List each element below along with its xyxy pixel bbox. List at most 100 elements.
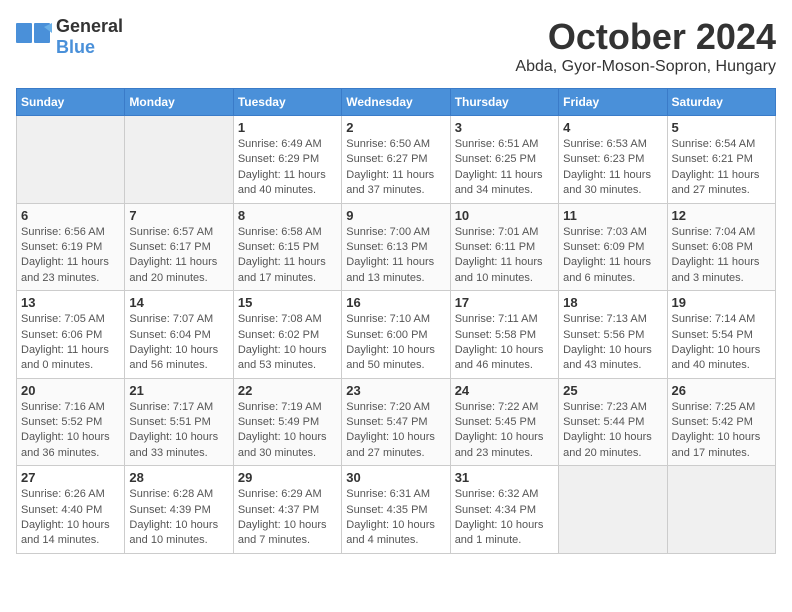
day-number: 12 [672, 208, 771, 223]
day-number: 9 [346, 208, 445, 223]
day-info: Sunrise: 7:05 AMSunset: 6:06 PMDaylight:… [21, 312, 120, 374]
header-day-tuesday: Tuesday [233, 89, 341, 116]
week-row-4: 20 Sunrise: 7:16 AMSunset: 5:52 PMDayligh… [17, 378, 776, 466]
title-section: October 2024 Abda, Gyor-Moson-Sopron, Hu… [515, 16, 776, 76]
day-number: 2 [346, 120, 445, 135]
calendar-table: SundayMondayTuesdayWednesdayThursdayFrid… [16, 88, 776, 554]
day-number: 10 [455, 208, 554, 223]
logo-general-text: General [56, 16, 123, 36]
logo-blue-text: Blue [56, 37, 95, 57]
calendar-cell: 25 Sunrise: 7:23 AMSunset: 5:44 PMDayligh… [559, 378, 667, 466]
day-info: Sunrise: 7:10 AMSunset: 6:00 PMDaylight:… [346, 312, 445, 374]
day-info: Sunrise: 6:51 AMSunset: 6:25 PMDaylight:… [455, 137, 554, 199]
day-number: 18 [563, 295, 662, 310]
day-info: Sunrise: 6:57 AMSunset: 6:17 PMDaylight:… [129, 225, 228, 287]
day-number: 7 [129, 208, 228, 223]
day-info: Sunrise: 7:16 AMSunset: 5:52 PMDaylight:… [21, 400, 120, 462]
day-number: 29 [238, 470, 337, 485]
day-info: Sunrise: 6:50 AMSunset: 6:27 PMDaylight:… [346, 137, 445, 199]
day-number: 31 [455, 470, 554, 485]
calendar-subtitle: Abda, Gyor-Moson-Sopron, Hungary [515, 58, 776, 76]
day-number: 28 [129, 470, 228, 485]
header-day-monday: Monday [125, 89, 233, 116]
day-number: 23 [346, 383, 445, 398]
day-info: Sunrise: 6:29 AMSunset: 4:37 PMDaylight:… [238, 487, 337, 549]
day-info: Sunrise: 6:58 AMSunset: 6:15 PMDaylight:… [238, 225, 337, 287]
week-row-3: 13 Sunrise: 7:05 AMSunset: 6:06 PMDayligh… [17, 291, 776, 379]
day-info: Sunrise: 6:54 AMSunset: 6:21 PMDaylight:… [672, 137, 771, 199]
day-info: Sunrise: 7:25 AMSunset: 5:42 PMDaylight:… [672, 400, 771, 462]
calendar-cell: 6Sunrise: 6:56 AMSunset: 6:19 PMDaylight… [17, 203, 125, 291]
day-number: 22 [238, 383, 337, 398]
calendar-cell: 28 Sunrise: 6:28 AMSunset: 4:39 PMDayligh… [125, 466, 233, 554]
day-info: Sunrise: 6:49 AMSunset: 6:29 PMDaylight:… [238, 137, 337, 199]
day-number: 16 [346, 295, 445, 310]
day-info: Sunrise: 7:20 AMSunset: 5:47 PMDaylight:… [346, 400, 445, 462]
calendar-cell: 18 Sunrise: 7:13 AMSunset: 5:56 PMDayligh… [559, 291, 667, 379]
calendar-header: SundayMondayTuesdayWednesdayThursdayFrid… [17, 89, 776, 116]
day-info: Sunrise: 6:32 AMSunset: 4:34 PMDaylight:… [455, 487, 554, 549]
calendar-cell: 29 Sunrise: 6:29 AMSunset: 4:37 PMDayligh… [233, 466, 341, 554]
header-day-wednesday: Wednesday [342, 89, 450, 116]
day-number: 1 [238, 120, 337, 135]
calendar-cell: 8 Sunrise: 6:58 AMSunset: 6:15 PMDaylight… [233, 203, 341, 291]
calendar-cell: 31 Sunrise: 6:32 AMSunset: 4:34 PMDayligh… [450, 466, 558, 554]
calendar-cell: 23 Sunrise: 7:20 AMSunset: 5:47 PMDayligh… [342, 378, 450, 466]
calendar-cell [667, 466, 775, 554]
calendar-cell: 20 Sunrise: 7:16 AMSunset: 5:52 PMDayligh… [17, 378, 125, 466]
day-number: 27 [21, 470, 120, 485]
day-info: Sunrise: 7:01 AMSunset: 6:11 PMDaylight:… [455, 225, 554, 287]
day-info: Sunrise: 7:04 AMSunset: 6:08 PMDaylight:… [672, 225, 771, 287]
day-number: 24 [455, 383, 554, 398]
logo: General Blue [16, 16, 123, 58]
day-info: Sunrise: 7:13 AMSunset: 5:56 PMDaylight:… [563, 312, 662, 374]
calendar-cell: 4Sunrise: 6:53 AMSunset: 6:23 PMDaylight… [559, 116, 667, 204]
calendar-cell: 30 Sunrise: 6:31 AMSunset: 4:35 PMDayligh… [342, 466, 450, 554]
calendar-cell: 15Sunrise: 7:08 AMSunset: 6:02 PMDayligh… [233, 291, 341, 379]
day-info: Sunrise: 7:19 AMSunset: 5:49 PMDaylight:… [238, 400, 337, 462]
logo-icon [16, 23, 52, 51]
calendar-cell: 22 Sunrise: 7:19 AMSunset: 5:49 PMDayligh… [233, 378, 341, 466]
header-day-thursday: Thursday [450, 89, 558, 116]
day-number: 25 [563, 383, 662, 398]
day-number: 6 [21, 208, 120, 223]
day-info: Sunrise: 7:14 AMSunset: 5:54 PMDaylight:… [672, 312, 771, 374]
week-row-1: 1 Sunrise: 6:49 AMSunset: 6:29 PMDaylight… [17, 116, 776, 204]
day-number: 11 [563, 208, 662, 223]
calendar-cell: 3Sunrise: 6:51 AMSunset: 6:25 PMDaylight… [450, 116, 558, 204]
day-number: 8 [238, 208, 337, 223]
calendar-cell [17, 116, 125, 204]
calendar-cell: 16 Sunrise: 7:10 AMSunset: 6:00 PMDayligh… [342, 291, 450, 379]
day-number: 14 [129, 295, 228, 310]
day-number: 20 [21, 383, 120, 398]
calendar-cell: 26 Sunrise: 7:25 AMSunset: 5:42 PMDayligh… [667, 378, 775, 466]
day-info: Sunrise: 7:23 AMSunset: 5:44 PMDaylight:… [563, 400, 662, 462]
calendar-cell: 14Sunrise: 7:07 AMSunset: 6:04 PMDayligh… [125, 291, 233, 379]
header-day-saturday: Saturday [667, 89, 775, 116]
calendar-cell: 11 Sunrise: 7:03 AMSunset: 6:09 PMDayligh… [559, 203, 667, 291]
day-number: 26 [672, 383, 771, 398]
page-header: General Blue October 2024 Abda, Gyor-Mos… [16, 16, 776, 76]
calendar-body: 1 Sunrise: 6:49 AMSunset: 6:29 PMDaylight… [17, 116, 776, 554]
calendar-cell: 12 Sunrise: 7:04 AMSunset: 6:08 PMDayligh… [667, 203, 775, 291]
calendar-cell: 5Sunrise: 6:54 AMSunset: 6:21 PMDaylight… [667, 116, 775, 204]
calendar-cell [559, 466, 667, 554]
day-info: Sunrise: 7:00 AMSunset: 6:13 PMDaylight:… [346, 225, 445, 287]
header-day-friday: Friday [559, 89, 667, 116]
header-row: SundayMondayTuesdayWednesdayThursdayFrid… [17, 89, 776, 116]
day-info: Sunrise: 6:26 AMSunset: 4:40 PMDaylight:… [21, 487, 120, 549]
week-row-2: 6Sunrise: 6:56 AMSunset: 6:19 PMDaylight… [17, 203, 776, 291]
day-info: Sunrise: 6:28 AMSunset: 4:39 PMDaylight:… [129, 487, 228, 549]
calendar-cell: 27 Sunrise: 6:26 AMSunset: 4:40 PMDayligh… [17, 466, 125, 554]
calendar-cell: 10 Sunrise: 7:01 AMSunset: 6:11 PMDayligh… [450, 203, 558, 291]
calendar-cell: 9 Sunrise: 7:00 AMSunset: 6:13 PMDaylight… [342, 203, 450, 291]
day-number: 30 [346, 470, 445, 485]
day-number: 17 [455, 295, 554, 310]
header-day-sunday: Sunday [17, 89, 125, 116]
day-info: Sunrise: 7:08 AMSunset: 6:02 PMDaylight:… [238, 312, 337, 374]
day-info: Sunrise: 7:03 AMSunset: 6:09 PMDaylight:… [563, 225, 662, 287]
day-info: Sunrise: 6:31 AMSunset: 4:35 PMDaylight:… [346, 487, 445, 549]
day-number: 13 [21, 295, 120, 310]
week-row-5: 27 Sunrise: 6:26 AMSunset: 4:40 PMDayligh… [17, 466, 776, 554]
calendar-cell: 7 Sunrise: 6:57 AMSunset: 6:17 PMDaylight… [125, 203, 233, 291]
